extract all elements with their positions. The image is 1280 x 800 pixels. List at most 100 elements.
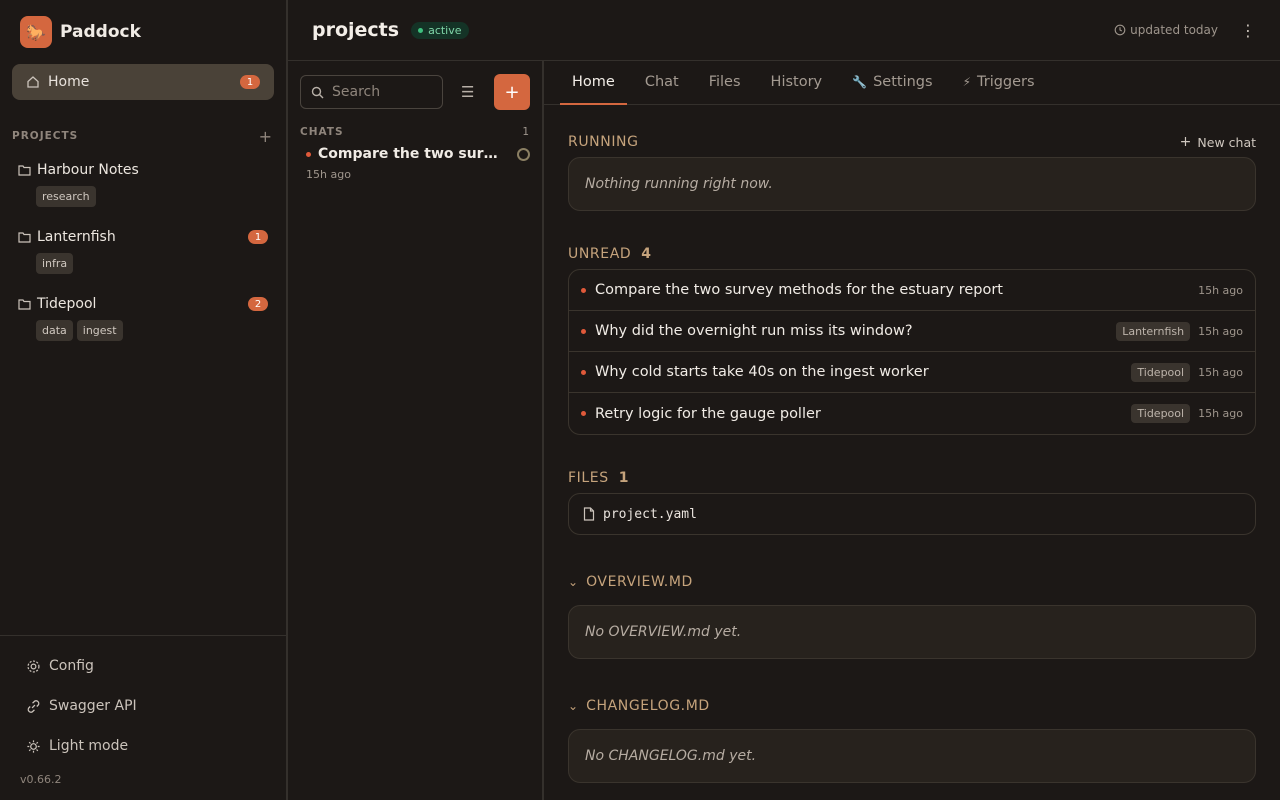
gear-icon [27,659,40,673]
folder-icon [18,165,31,176]
sidebar-item-project[interactable]: Lanternfish 1 infra [0,223,286,288]
chat-time: 15h ago [306,168,351,181]
app-root: 🐎 Paddock Home 1 PROJECTS + Harbour Note… [0,0,1280,800]
project-tag: Lanternfish [1116,321,1191,341]
project-tag[interactable]: infra [36,253,74,274]
changelog-title: CHANGELOG.MD [586,698,710,714]
unread-time: 15h ago [1198,324,1243,338]
chat-list-item[interactable]: Compare the two survey methods for the e… [288,146,542,181]
file-item[interactable]: project.yaml [568,493,1256,535]
home-unread-badge: 1 [240,75,260,89]
project-name: Harbour Notes [37,162,139,178]
search-icon [311,86,324,98]
light-mode-label: Light mode [49,738,129,754]
status-badge: active [411,21,469,39]
project-tag: Tidepool [1131,362,1191,382]
search-input[interactable]: Search [300,75,443,109]
chevron-down-icon: ⌄ [568,575,579,589]
tab-history[interactable]: History [759,61,835,105]
unread-row[interactable]: Compare the two survey methods for the e… [569,270,1255,311]
unread-dot-icon [581,411,586,416]
folder-icon [18,232,31,243]
status-label: active [428,23,462,37]
projects-label: PROJECTS [12,130,79,142]
overview-header[interactable]: ⌄ OVERVIEW.MD [568,567,1256,597]
unread-time: 15h ago [1198,283,1243,297]
page-title: projects [312,19,400,41]
project-tag[interactable]: ingest [76,320,123,341]
unread-time: 15h ago [1198,365,1243,379]
project-unread-badge: 2 [248,297,268,311]
tab-label: Settings [873,74,933,90]
add-project-icon[interactable]: + [259,127,272,146]
workspace: Search ☰ + CHATS 1 Compare the two surve… [288,61,1280,800]
changelog-header[interactable]: ⌄ CHANGELOG.MD [568,691,1256,721]
loading-ring-icon [517,147,530,161]
file-name: project.yaml [603,506,697,522]
running-empty-state: Nothing running right now. [568,157,1256,211]
swagger-api-link[interactable]: Swagger API [0,686,286,726]
unread-dot-icon [581,369,586,375]
updated-label: updated today [1130,23,1218,37]
home-pane: RUNNING + New chat Nothing running right … [544,105,1280,783]
new-chat-button[interactable]: + [494,74,530,110]
config-link[interactable]: Config [0,646,286,686]
chats-header: CHATS 1 [288,126,542,138]
content-panel: Home Chat Files History 🔧 Settings ⚡ Trigg… [544,61,1280,800]
tab-label: Triggers [977,74,1035,90]
tab-label: Home [572,74,615,90]
files-title: FILES [568,470,609,486]
filter-list-icon[interactable]: ☰ [461,83,474,101]
topbar: projects active updated today ⋮ [288,0,1280,61]
tab-home[interactable]: Home [560,61,627,105]
files-header: FILES 1 [568,463,1256,493]
projects-header: PROJECTS + [0,122,286,150]
sidebar-item-project[interactable]: Tidepool 2 data ingest [0,290,286,355]
tab-settings[interactable]: 🔧 Settings [840,61,944,105]
light-mode-toggle[interactable]: Light mode [0,726,286,766]
unread-row[interactable]: Retry logic for the gauge poller Tidepoo… [569,393,1255,434]
project-tag[interactable]: research [36,186,96,207]
sidebar-footer: Config Swagger API Light mode v0.66.2 [0,635,286,800]
brand[interactable]: 🐎 Paddock [0,0,286,64]
new-chat-link[interactable]: + New chat [1180,134,1256,150]
file-icon [583,507,595,521]
chats-count: 1 [522,126,530,138]
unread-title: Why cold starts take 40s on the ingest w… [595,364,929,380]
chats-panel: Search ☰ + CHATS 1 Compare the two surve… [288,61,544,800]
app-version: v0.66.2 [20,773,62,786]
running-title: RUNNING [568,134,639,150]
tab-triggers[interactable]: ⚡ Triggers [951,61,1047,105]
overview-empty-state: No OVERVIEW.md yet. [568,605,1256,659]
search-placeholder: Search [332,84,381,100]
plus-icon: + [1179,134,1192,150]
unread-row[interactable]: Why cold starts take 40s on the ingest w… [569,352,1255,393]
chat-title: Compare the two survey methods for the e… [318,146,500,162]
unread-title: UNREAD [568,246,632,262]
sidebar-item-home[interactable]: Home 1 [12,64,274,100]
bolt-icon: ⚡ [962,75,972,89]
new-chat-label: New chat [1197,134,1256,150]
unread-title: Compare the two survey methods for the e… [595,282,1003,298]
unread-dot-icon [581,287,586,293]
sidebar-item-label: Home [48,74,90,90]
chevron-down-icon: ⌄ [568,699,579,713]
project-tag[interactable]: data [36,320,73,341]
sidebar-item-project[interactable]: Harbour Notes research [0,156,286,221]
tab-label: History [770,74,823,90]
unread-title: Retry logic for the gauge poller [595,405,821,422]
tab-files[interactable]: Files [697,61,753,105]
unread-list: Compare the two survey methods for the e… [568,269,1256,435]
home-icon [27,76,39,88]
more-menu-icon[interactable]: ⋮ [1240,21,1256,40]
project-name: Tidepool [37,296,97,312]
project-tag: Tidepool [1131,404,1191,423]
unread-row[interactable]: Why did the overnight run miss its windo… [569,311,1255,352]
brand-name: Paddock [60,22,141,42]
link-icon [27,699,40,713]
chat-tools: Search ☰ + [288,61,542,110]
tab-chat[interactable]: Chat [633,61,691,105]
running-header: RUNNING + New chat [568,127,1256,157]
unread-count: 4 [641,246,652,262]
chats-label: CHATS [300,126,344,138]
